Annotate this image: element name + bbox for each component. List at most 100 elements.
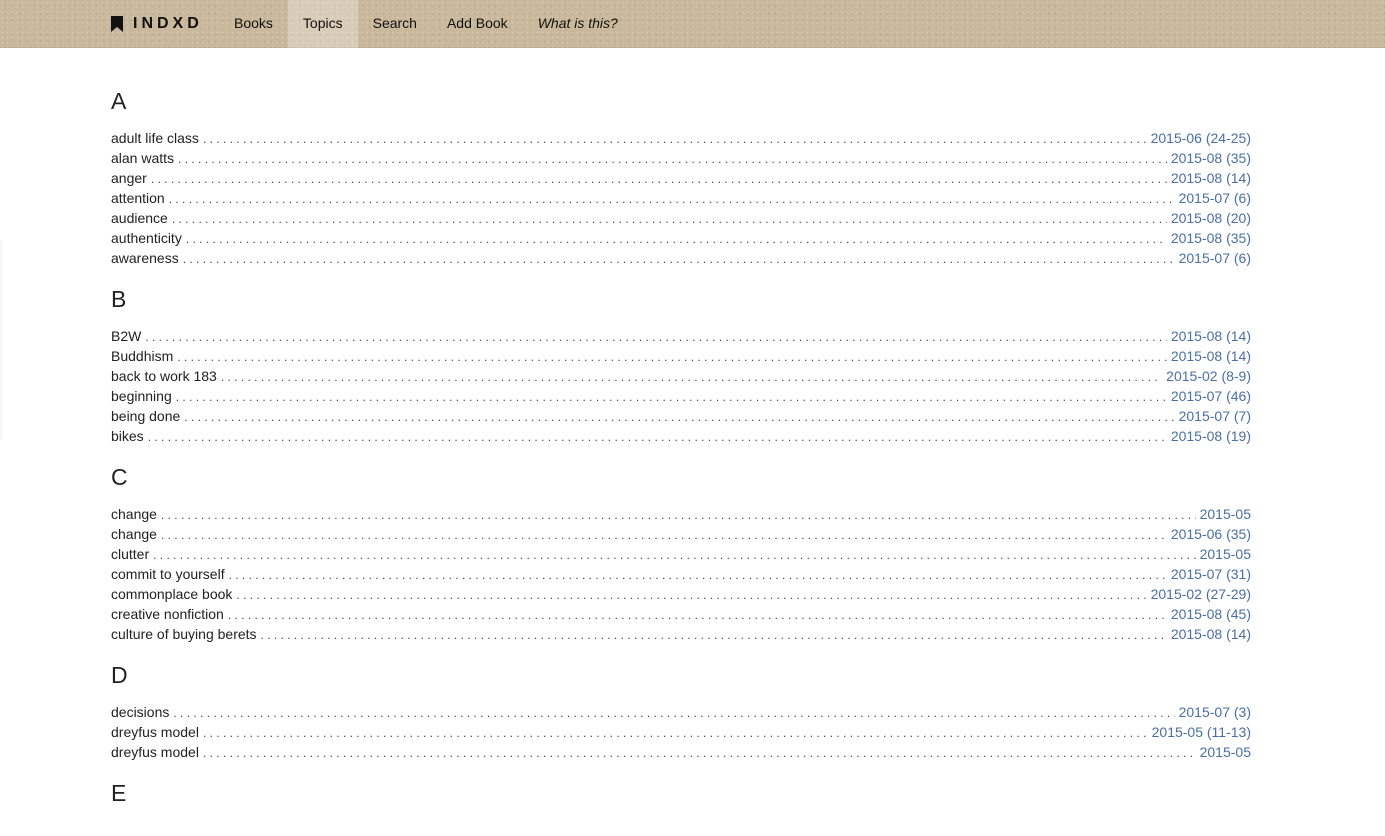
dot-leader <box>221 367 1162 387</box>
dot-leader <box>184 407 1174 427</box>
dot-leader <box>177 347 1167 367</box>
topic-entry-row: commit to yourself 2015-07 (31) <box>111 564 1251 584</box>
section-letter-heading: D <box>111 662 128 688</box>
topic-term: bikes <box>111 428 144 444</box>
topic-entry-row: B2W 2015-08 (14) <box>111 326 1251 346</box>
section-letter-heading: A <box>111 88 127 114</box>
topic-entry-row: bikes 2015-08 (19) <box>111 426 1251 446</box>
topic-reference-link[interactable]: 2015-05 <box>1200 544 1251 564</box>
dot-leader <box>203 743 1196 763</box>
topic-term: culture of buying berets <box>111 626 257 642</box>
topic-term: decisions <box>111 704 170 720</box>
topic-term: adult life class <box>111 130 199 146</box>
topic-entry-row: being done 2015-07 (7) <box>111 406 1251 426</box>
topic-term: clutter <box>111 546 150 562</box>
topic-term: change <box>111 526 157 542</box>
topic-entry-row: adult life class 2015-06 (24-25) <box>111 128 1251 148</box>
dot-leader <box>151 169 1167 189</box>
topic-term: creative nonfiction <box>111 606 224 622</box>
topic-term: commit to yourself <box>111 566 225 582</box>
nav-link-search[interactable]: Search <box>358 0 432 48</box>
topic-reference-link[interactable]: 2015-08 (35) <box>1171 228 1251 248</box>
topic-reference-link[interactable]: 2015-07 (31) <box>1171 564 1251 584</box>
topic-reference-link[interactable]: 2015-08 (14) <box>1171 168 1251 188</box>
topic-entry-row: dreyfus model 2015-05 <box>111 742 1251 762</box>
topic-entry-row: beginning 2015-07 (46) <box>111 386 1251 406</box>
topic-term: back to work 183 <box>111 368 217 384</box>
topic-entry-row: dreyfus model 2015-05 (11-13) <box>111 722 1251 742</box>
topic-reference-link[interactable]: 2015-05 <box>1200 742 1251 762</box>
dot-leader <box>186 229 1167 249</box>
topic-entry-row: anger 2015-08 (14) <box>111 168 1251 188</box>
topic-term: beginning <box>111 388 172 404</box>
topic-entry-row: back to work 183 2015-02 (8-9) <box>111 366 1251 386</box>
dot-leader <box>148 427 1167 447</box>
bookmark-icon <box>111 16 123 32</box>
topic-reference-link[interactable]: 2015-06 (35) <box>1171 524 1251 544</box>
topic-reference-link[interactable]: 2015-08 (35) <box>1171 148 1251 168</box>
dot-leader <box>203 129 1147 149</box>
topic-entry-row: attention 2015-07 (6) <box>111 188 1251 208</box>
topic-reference-link[interactable]: 2015-05 (11-13) <box>1152 722 1251 742</box>
topic-term: commonplace book <box>111 586 233 602</box>
topic-section-c: Cchange 2015-05 change 2015-06 (35) clutter 2… <box>111 462 1251 644</box>
dot-leader <box>261 625 1167 645</box>
topic-reference-link[interactable]: 2015-07 (46) <box>1171 386 1251 406</box>
topic-term: awareness <box>111 250 179 266</box>
topic-reference-link[interactable]: 2015-08 (14) <box>1171 326 1251 346</box>
topic-entry-row: change 2015-05 <box>111 504 1251 524</box>
topic-term: authenticity <box>111 230 182 246</box>
topic-reference-link[interactable]: 2015-08 (45) <box>1171 604 1251 624</box>
topic-term: dreyfus model <box>111 724 199 740</box>
main-nav: Books Topics Search Add Book What is thi… <box>219 0 633 48</box>
nav-link-topics[interactable]: Topics <box>287 0 358 48</box>
topic-reference-link[interactable]: 2015-02 (27-29) <box>1151 584 1251 604</box>
dot-leader <box>203 723 1148 743</box>
section-letter-heading: C <box>111 464 128 490</box>
page-edge-shadow <box>0 240 4 440</box>
topic-term: alan watts <box>111 150 175 166</box>
dot-leader <box>178 149 1167 169</box>
topic-reference-link[interactable]: 2015-07 (3) <box>1179 702 1251 722</box>
dot-leader <box>169 189 1175 209</box>
topic-entry-row: clutter 2015-05 <box>111 544 1251 564</box>
topic-term: Buddhism <box>111 348 174 364</box>
topic-entry-row: Buddhism 2015-08 (14) <box>111 346 1251 366</box>
topic-reference-link[interactable]: 2015-08 (20) <box>1171 208 1251 228</box>
dot-leader <box>176 387 1167 407</box>
topic-reference-link[interactable]: 2015-05 <box>1200 504 1251 524</box>
topic-entry-row: authenticity 2015-08 (35) <box>111 228 1251 248</box>
topic-reference-link[interactable]: 2015-07 (6) <box>1179 248 1251 268</box>
topic-entry-row: commonplace book 2015-02 (27-29) <box>111 584 1251 604</box>
dot-leader <box>172 209 1167 229</box>
brand-logo-link[interactable]: INDXD <box>111 0 203 48</box>
nav-link-add-book[interactable]: Add Book <box>432 0 523 48</box>
topics-index: Aadult life class2015-06 (24-25)alan wat… <box>111 86 1251 836</box>
dot-leader <box>173 703 1174 723</box>
topic-term: dreyfus model <box>111 744 199 760</box>
dot-leader <box>236 585 1146 605</box>
topic-reference-link[interactable]: 2015-06 (24-25) <box>1151 128 1251 148</box>
dot-leader <box>229 565 1167 585</box>
nav-link-books[interactable]: Books <box>219 0 288 48</box>
section-letter-heading: E <box>111 780 127 806</box>
topic-entry-row: decisions 2015-07 (3) <box>111 702 1251 722</box>
topic-section-b: BB2W2015-08 (14)Buddhism2015-08 (14)back… <box>111 284 1251 446</box>
topic-term: anger <box>111 170 147 186</box>
topic-section-d: Ddecisions 2015-07 (3) dreyfus model 2015-0… <box>111 660 1251 762</box>
topic-reference-link[interactable]: 2015-07 (6) <box>1179 188 1251 208</box>
topic-reference-link[interactable]: 2015-08 (19) <box>1171 426 1251 446</box>
topic-section-e: E <box>111 778 1251 820</box>
topic-entry-row: alan watts 2015-08 (35) <box>111 148 1251 168</box>
topic-term: change <box>111 506 157 522</box>
section-letter-heading: B <box>111 286 127 312</box>
topic-term: attention <box>111 190 165 206</box>
nav-link-what-is-this[interactable]: What is this? <box>523 0 633 48</box>
topic-entry-row: creative nonfiction 2015-08 (45) <box>111 604 1251 624</box>
topic-entry-row: change 2015-06 (35) <box>111 524 1251 544</box>
topic-reference-link[interactable]: 2015-02 (8-9) <box>1166 366 1251 386</box>
topic-reference-link[interactable]: 2015-08 (14) <box>1171 346 1251 366</box>
topic-reference-link[interactable]: 2015-08 (14) <box>1171 624 1251 644</box>
topic-reference-link[interactable]: 2015-07 (7) <box>1179 406 1251 426</box>
dot-leader <box>153 545 1195 565</box>
